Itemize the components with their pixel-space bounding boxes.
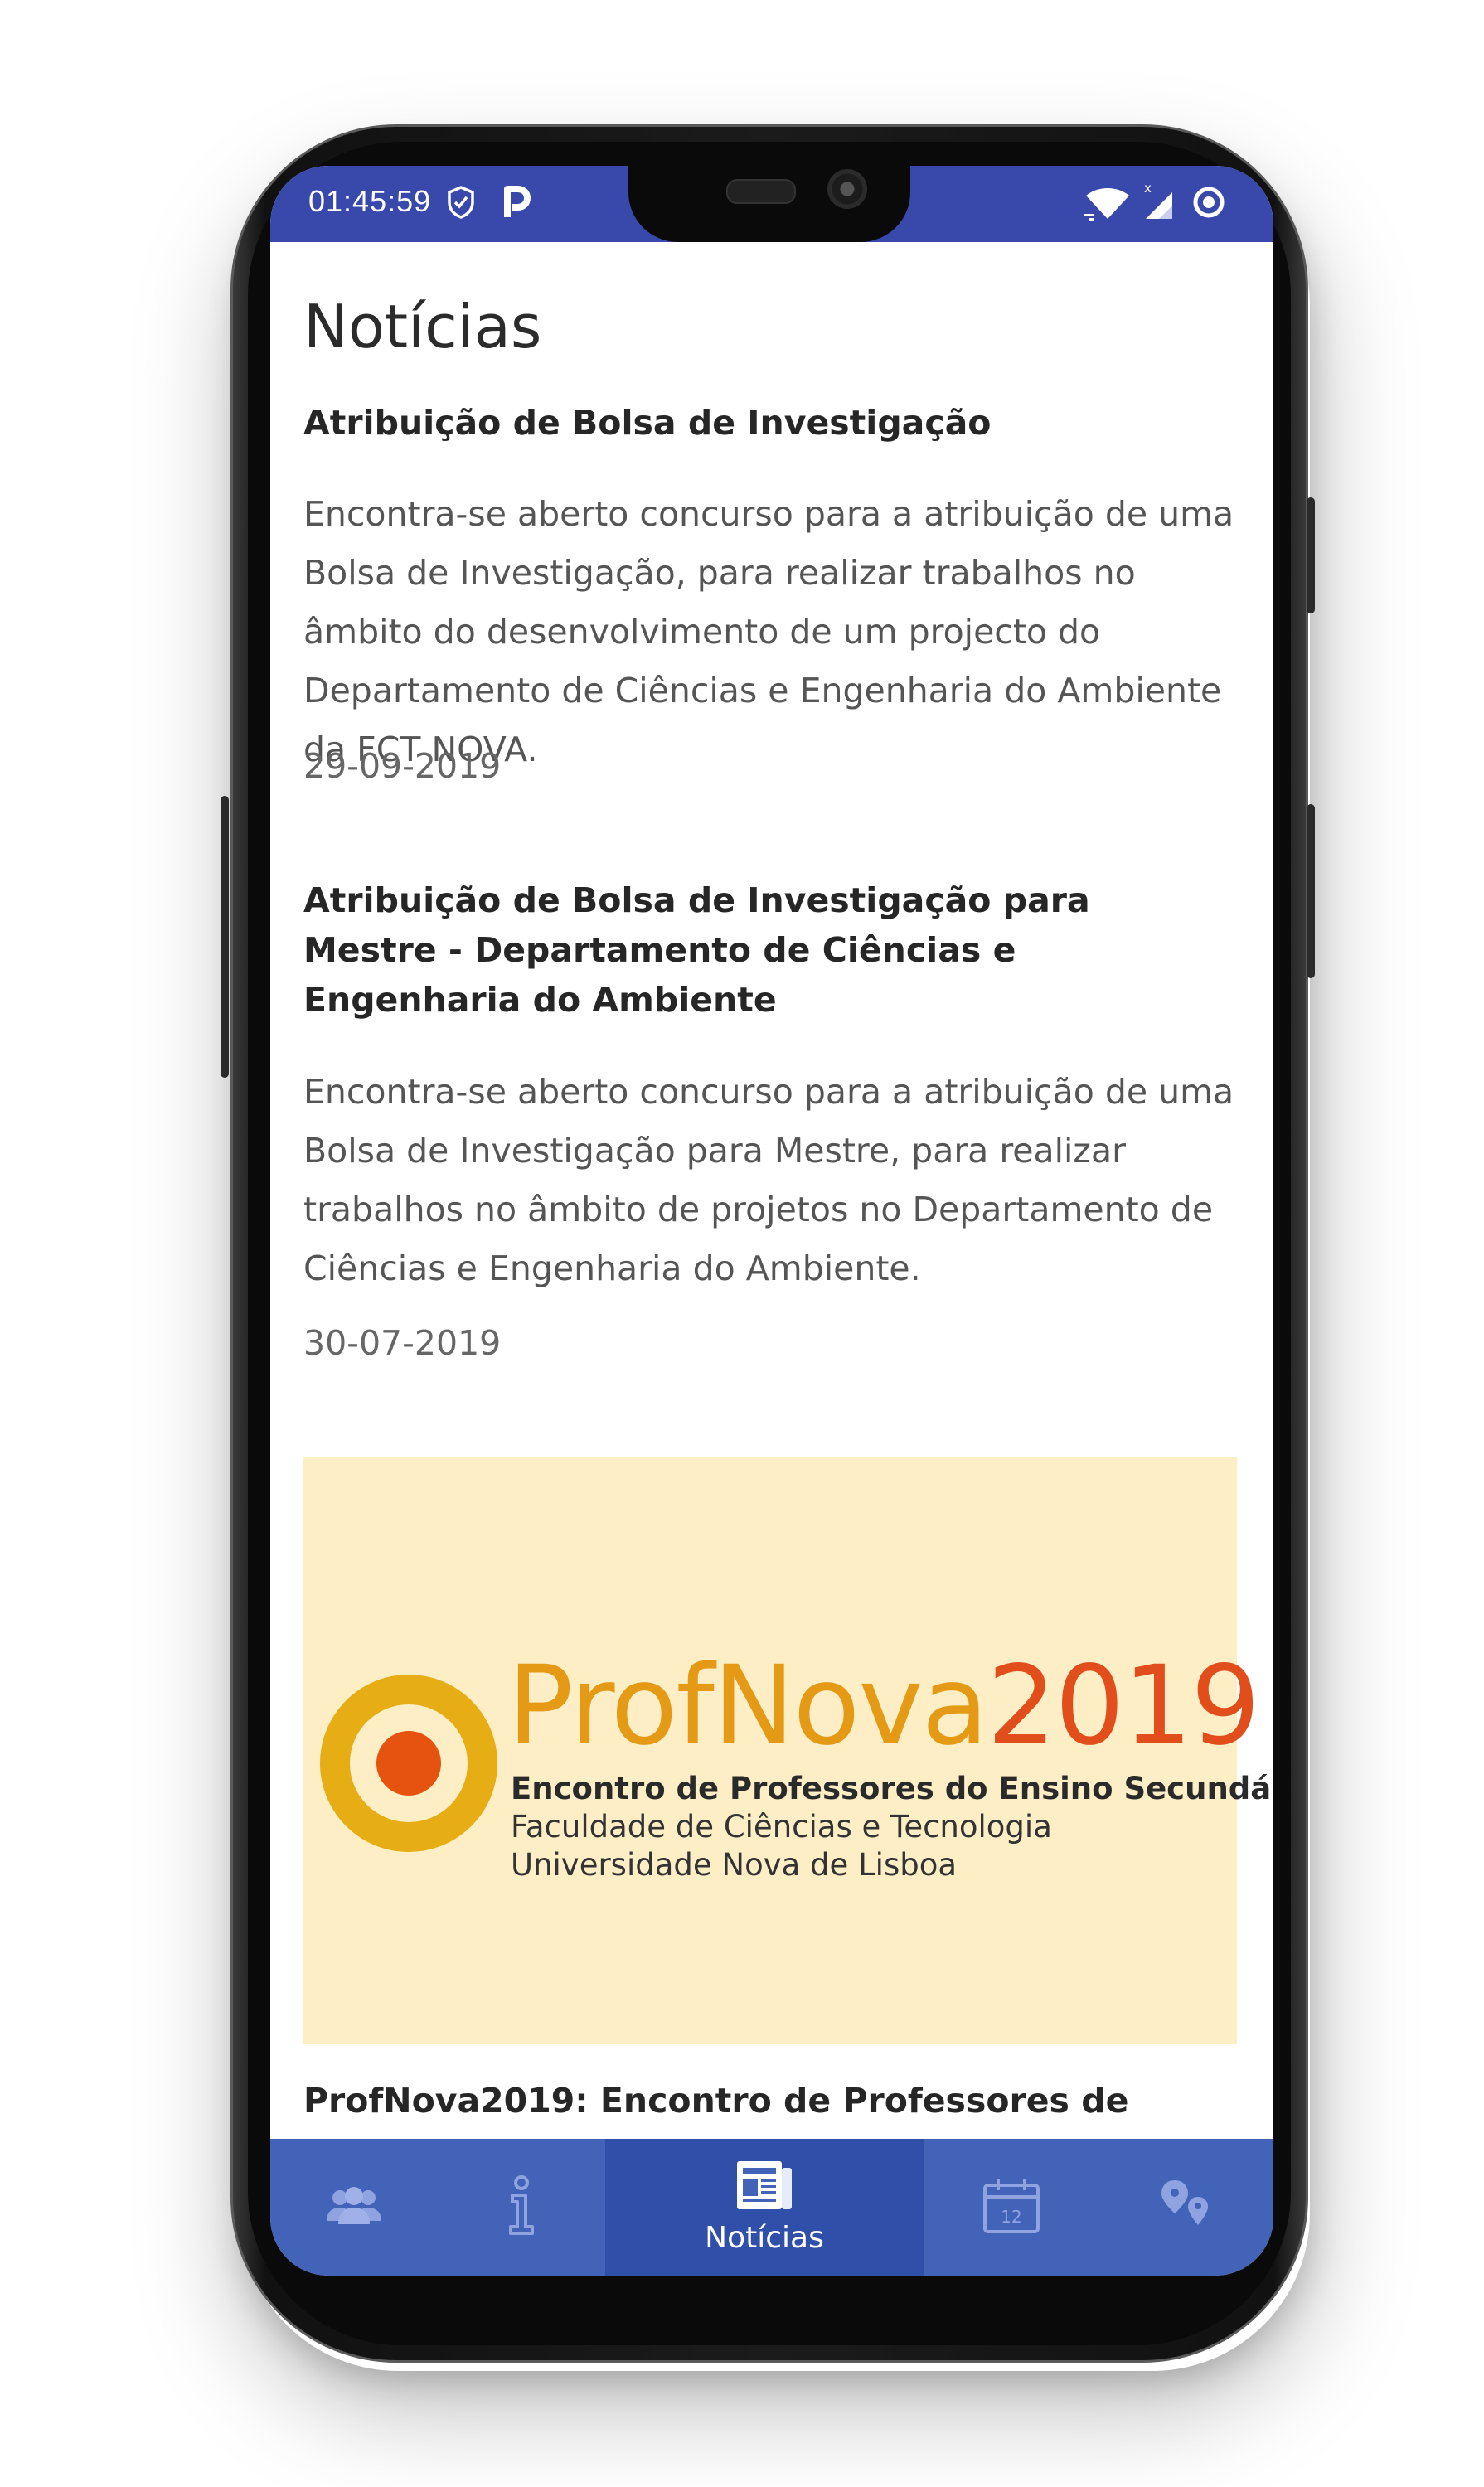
news-feed[interactable]: Notícias Atribuição de Bolsa de Investig… — [270, 166, 1273, 2139]
news-item-body: Encontra-se aberto concurso para a atrib… — [303, 1072, 1234, 1288]
volume-button — [221, 796, 229, 1078]
calendar-icon: 12 — [982, 2177, 1041, 2238]
calendar-day-text: 12 — [1001, 2207, 1021, 2227]
page-title: Notícias — [303, 292, 542, 361]
people-icon — [323, 2184, 385, 2231]
nav-item-people[interactable] — [270, 2139, 438, 2276]
banner-brand: ProfNova2019 — [507, 1648, 1260, 1764]
news-item-title[interactable]: Atribuição de Bolsa de Investigação para… — [303, 875, 1232, 1025]
nav-item-info[interactable] — [438, 2139, 605, 2276]
screen: 01:45:59 x Notícias Atribuição de Bolsa … — [270, 166, 1273, 2276]
location-pins-icon — [1157, 2179, 1216, 2237]
logo-dot — [376, 1731, 441, 1796]
profnova-logo-icon — [320, 1675, 497, 1852]
info-icon — [502, 2174, 541, 2240]
stage: 01:45:59 x Notícias Atribuição de Bolsa … — [0, 0, 1484, 2487]
logo-ring-inner — [350, 1704, 468, 1822]
news-item-title[interactable]: ProfNova2019: Encontro de Professores de — [303, 2081, 1128, 2121]
nav-item-calendar[interactable]: 12 — [924, 2139, 1099, 2276]
banner-brand-year: 2019 — [987, 1642, 1260, 1770]
banner-faculty: Faculdade de Ciências e Tecnologia — [511, 1809, 1052, 1845]
bottom-navigation: Notícias 12 — [270, 2139, 1273, 2276]
banner-subtitle: Encontro de Professores do Ensino Secund… — [511, 1771, 1273, 1806]
news-item-date: 30-07-2019 — [303, 1323, 502, 1363]
news-item-date: 29-09-2019 — [303, 746, 502, 786]
banner-university: Universidade Nova de Lisboa — [511, 1847, 958, 1883]
slider-button — [1307, 804, 1315, 978]
nav-item-noticias[interactable]: Notícias — [605, 2139, 924, 2276]
power-button — [1307, 497, 1315, 613]
news-item-body: Encontra-se aberto concurso para a atrib… — [303, 494, 1234, 769]
nav-item-location[interactable] — [1099, 2139, 1273, 2276]
newspaper-icon — [735, 2160, 793, 2214]
news-item-title[interactable]: Atribuição de Bolsa de Investigação — [303, 398, 1232, 448]
nav-label-noticias: Notícias — [705, 2221, 824, 2255]
banner-brand-name: ProfNova — [507, 1642, 988, 1770]
news-item-banner-image[interactable]: ProfNova2019 Encontro de Professores do … — [303, 1457, 1273, 2044]
